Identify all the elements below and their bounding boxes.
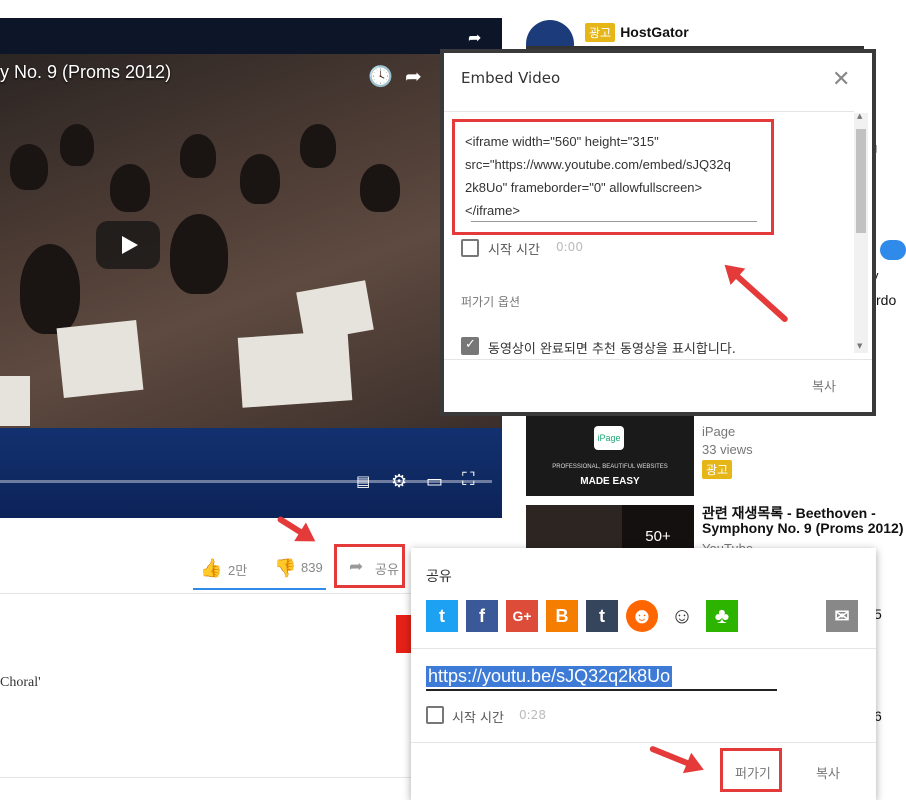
embed-code-line: <iframe width="560" height="315" bbox=[465, 134, 659, 149]
twitter-icon[interactable]: t bbox=[426, 600, 458, 632]
sidebar-text-fragment: rdo bbox=[876, 292, 897, 308]
share-arrow-icon[interactable]: ➦ bbox=[468, 28, 481, 47]
start-time-checkbox[interactable] bbox=[461, 239, 479, 257]
start-time-value[interactable]: 0:00 bbox=[556, 240, 583, 254]
start-time-label: 시작 시간 bbox=[452, 711, 504, 726]
google-plus-icon[interactable]: G+ bbox=[506, 600, 538, 632]
ad-banner-text: PROFESSIONAL, BEAUTIFUL WEBSITES bbox=[552, 464, 668, 470]
start-time-value[interactable]: 0:28 bbox=[519, 708, 546, 722]
progress-bar[interactable] bbox=[0, 480, 492, 483]
ad-banner-headline: MADE EASY bbox=[580, 476, 640, 487]
advertiser-name: HostGator bbox=[620, 24, 689, 40]
embed-code-line: src="https://www.youtube.com/embed/sJQ32… bbox=[465, 157, 731, 172]
suggested-videos-checkbox[interactable] bbox=[461, 337, 479, 355]
copy-button[interactable]: 복사 bbox=[812, 376, 836, 395]
url-underline bbox=[426, 689, 777, 691]
suggested-videos-label: 동영상이 완료되면 추천 동영상을 표시합니다. bbox=[488, 342, 736, 357]
divider bbox=[411, 742, 876, 743]
play-button[interactable] bbox=[96, 221, 160, 269]
dislike-icon[interactable]: 👎 bbox=[274, 558, 296, 579]
like-icon[interactable]: 👍 bbox=[200, 558, 222, 579]
like-count[interactable]: 2만 bbox=[228, 560, 247, 579]
embed-code-line: </iframe> bbox=[465, 203, 520, 218]
dislike-count[interactable]: 839 bbox=[301, 560, 323, 575]
video-frame bbox=[0, 54, 502, 432]
ipage-ad-thumbnail[interactable]: iPage PROFESSIONAL, BEAUTIFUL WEBSITES M… bbox=[526, 414, 694, 496]
share-button-label: 공유 bbox=[375, 562, 399, 577]
ad-badge: 광고 bbox=[585, 23, 616, 42]
copy-button[interactable]: 복사 bbox=[816, 763, 840, 782]
subtitles-icon[interactable]: ▤ bbox=[356, 472, 370, 490]
embed-options-heading: 퍼가기 옵션 bbox=[461, 295, 521, 309]
divider bbox=[444, 359, 872, 360]
share-button-highlight[interactable]: ➦ 공유 bbox=[334, 544, 405, 588]
cafe-icon[interactable]: ♣ bbox=[706, 600, 738, 632]
divider bbox=[411, 648, 876, 649]
share-url-field[interactable]: https://youtu.be/sJQ32q2k8Uo bbox=[426, 666, 673, 687]
tumblr-icon[interactable]: t bbox=[586, 600, 618, 632]
sentiment-bar bbox=[193, 588, 326, 590]
watch-later-icon[interactable]: 🕓 bbox=[368, 64, 393, 88]
start-time-label: 시작 시간 bbox=[488, 243, 540, 258]
video-title: y No. 9 (Proms 2012) bbox=[0, 62, 172, 82]
kakao-icon[interactable]: ☻ bbox=[626, 600, 658, 632]
embed-code-textarea[interactable]: <iframe width="560" height="315" src="ht… bbox=[452, 119, 774, 235]
start-time-checkbox[interactable] bbox=[426, 706, 444, 724]
annotation-arrow-share bbox=[276, 515, 306, 537]
reddit-icon[interactable]: ☺ bbox=[666, 600, 698, 632]
facebook-icon[interactable]: f bbox=[466, 600, 498, 632]
blogger-icon[interactable]: B bbox=[546, 600, 578, 632]
share-panel: 공유 t f G+ B t ☻ ☺ ♣ ✉ https://youtu.be/s… bbox=[411, 548, 876, 800]
ipage-channel[interactable]: iPage bbox=[702, 424, 735, 439]
divider bbox=[0, 777, 420, 778]
fullscreen-icon[interactable]: ⛶ bbox=[462, 469, 475, 490]
playlist-thumbnail[interactable]: 50+ bbox=[526, 505, 694, 551]
email-icon[interactable]: ✉ bbox=[826, 600, 858, 632]
thumbnail-strip bbox=[526, 46, 864, 50]
ad-top-title[interactable]: 광고 HostGator bbox=[585, 22, 689, 42]
ipage-views: 33 views bbox=[702, 442, 753, 457]
playlist-count: 50+ bbox=[622, 505, 694, 551]
close-icon[interactable]: ✕ bbox=[832, 69, 850, 91]
video-player[interactable]: ➦ y No. 9 (Proms 2012) 🕓 ➦ ▤ ⚙ ▭ ⛶ bbox=[0, 18, 502, 518]
settings-gear-icon[interactable]: ⚙ bbox=[391, 471, 407, 492]
share-panel-title: 공유 bbox=[426, 569, 452, 585]
embed-button[interactable]: 퍼가기 bbox=[720, 748, 782, 792]
embed-button-label: 퍼가기 bbox=[735, 767, 771, 782]
video-top-bar: ➦ bbox=[0, 18, 502, 54]
playlist-title-2[interactable]: Symphony No. 9 (Proms 2012) bbox=[702, 520, 904, 536]
scrollbar-thumb[interactable] bbox=[856, 129, 866, 233]
embed-video-dialog: Embed Video ✕ <iframe width="560" height… bbox=[444, 53, 872, 412]
share-icon: ➦ bbox=[349, 557, 364, 577]
sidebar-text-fragment: y bbox=[872, 268, 879, 283]
theater-mode-icon[interactable]: ▭ bbox=[426, 471, 443, 492]
dialog-title: Embed Video bbox=[461, 69, 561, 87]
ad-badge: 광고 bbox=[702, 460, 733, 479]
embed-code-line: 2k8Uo" frameborder="0" allowfullscreen> bbox=[465, 180, 703, 195]
ipage-logo: iPage bbox=[594, 426, 624, 450]
share-icon[interactable]: ➦ bbox=[405, 64, 422, 88]
divider bbox=[0, 593, 420, 594]
divider bbox=[444, 111, 854, 112]
description-text: Choral' bbox=[0, 675, 41, 690]
autoplay-toggle[interactable] bbox=[880, 240, 906, 260]
